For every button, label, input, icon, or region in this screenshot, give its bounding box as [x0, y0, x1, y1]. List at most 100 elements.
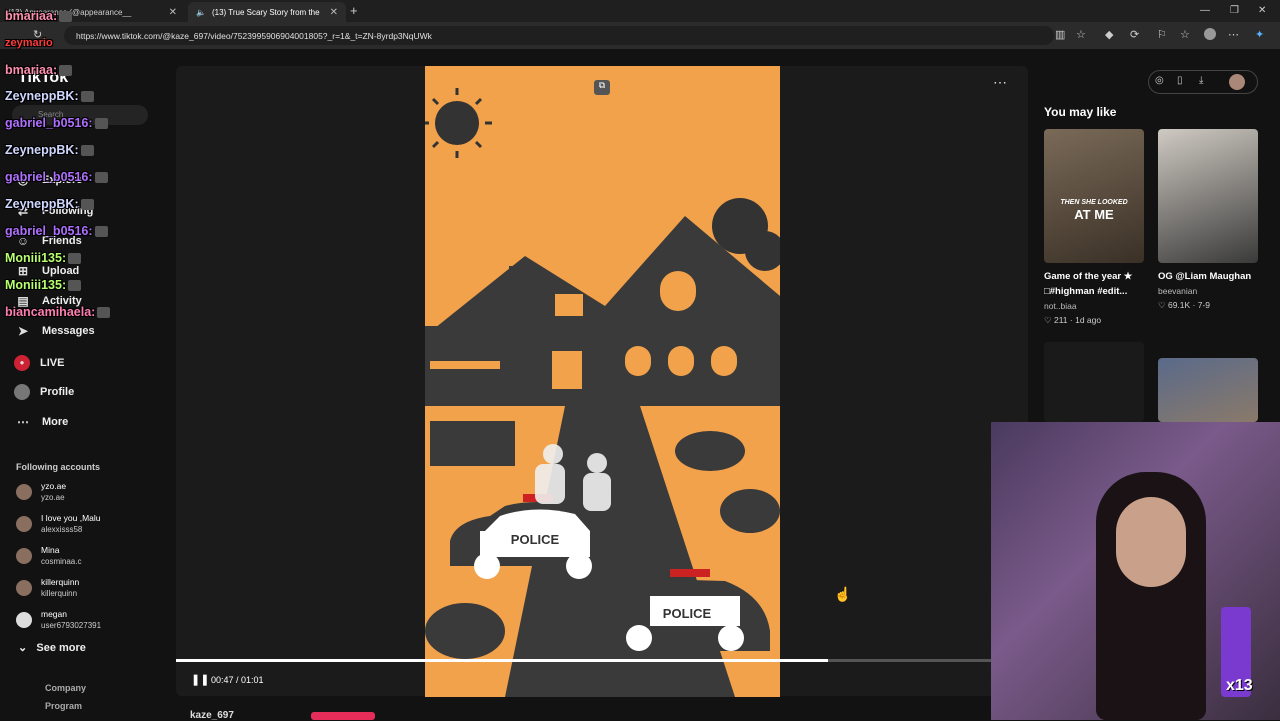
video-illustration: POLICE POLICE [425, 88, 780, 697]
browser-tab-scary-story[interactable]: 🔈 (13) True Scary Story from the ✕ [188, 2, 346, 22]
send-icon: ➤ [17, 324, 29, 338]
video-thumbnail [1044, 342, 1144, 422]
account-item[interactable]: I love you ,Malu alexxisss58 [16, 513, 101, 535]
video-frame[interactable]: POLICE POLICE [425, 66, 780, 697]
device-icon[interactable]: ▯ [1177, 75, 1183, 86]
restore-icon[interactable]: ❐ [1230, 5, 1239, 16]
chat-line: gabriel_b0516: [5, 224, 108, 238]
emote-icon [68, 280, 82, 292]
pause-icon[interactable]: ❚❚ [191, 673, 209, 686]
chat-line: zeymario [5, 37, 53, 49]
account-item[interactable]: yzo.ae yzo.ae [16, 481, 66, 503]
emote-icon [59, 11, 73, 23]
video-progress-fill [176, 659, 828, 662]
close-tab-icon[interactable]: ✕ [169, 7, 177, 18]
emote-icon [59, 65, 73, 77]
more-options-icon[interactable]: ⋯ [993, 74, 1007, 91]
streamer-face [1116, 497, 1186, 587]
chat-line: ZeyneppBK: [5, 143, 94, 157]
profile-icon [14, 384, 30, 400]
favorites-icon[interactable]: ☆ [1180, 28, 1190, 41]
police-label: POLICE [663, 606, 712, 621]
recommended-card[interactable] [1044, 342, 1144, 422]
sun-icon [435, 101, 479, 145]
chat-line: Moniii135: [5, 251, 82, 265]
emote-icon [94, 172, 108, 184]
avatar [16, 612, 32, 628]
sidebar-item-profile[interactable]: Profile [14, 384, 74, 400]
close-window-icon[interactable]: ✕ [1258, 5, 1266, 16]
video-author[interactable]: kaze_697 [190, 710, 234, 721]
speaker-icon[interactable]: 🔈 [196, 8, 206, 17]
upload-icon: ⊞ [17, 264, 29, 278]
profile-avatar-icon[interactable] [1204, 28, 1216, 40]
extension-icon[interactable]: ◆ [1105, 28, 1113, 41]
sidebar-item-live[interactable]: ● LIVE [14, 355, 64, 371]
emote-icon [94, 118, 108, 130]
streamer-webcam: x13 [991, 422, 1280, 720]
address-bar-row: ↻ https://www.tiktok.com/@kaze_697/video… [0, 22, 1280, 49]
close-tab-icon[interactable]: ✕ [330, 7, 338, 18]
emote-icon [94, 226, 108, 238]
gift-count-badge: x13 [1226, 677, 1253, 694]
tab-title: (13) True Scary Story from the [211, 7, 320, 17]
copilot-icon[interactable]: ✦ [1255, 28, 1264, 41]
live-icon: ● [14, 355, 30, 371]
browser-tab-bar: (13) Appearance (@appearance__ ✕ 🔈 (13) … [0, 0, 1280, 22]
hand-cursor-icon: ☝ [834, 586, 852, 602]
sidebar-item-upload[interactable]: ⊞ Upload [14, 264, 79, 278]
footer-link-company[interactable]: Company [45, 683, 86, 693]
sidebar-item-more[interactable]: ⋯ More [14, 415, 68, 429]
more-icon: ⋯ [17, 415, 29, 429]
video-thumbnail [1158, 358, 1258, 422]
bench-icon [430, 421, 515, 466]
download-icon[interactable]: ⤓ [1199, 75, 1203, 86]
chevron-down-icon: ⌄ [18, 642, 28, 654]
recommended-title: You may like [1044, 105, 1117, 119]
see-more-button[interactable]: ⌄ See more [18, 641, 86, 654]
shield-icon[interactable]: ⚐ [1157, 28, 1167, 41]
chat-line: ZeyneppBK: [5, 89, 94, 103]
police-label: POLICE [511, 532, 560, 547]
emote-icon [80, 199, 94, 211]
chat-line: gabriel_b0516: [5, 116, 108, 130]
avatar [16, 548, 32, 564]
recommended-card[interactable]: OG @Liam Maughan beevanian ♡ 69.1K · 7-9 [1158, 129, 1258, 312]
chat-line: bmariaa: [5, 63, 73, 77]
chat-line: gabriel_b0516: [5, 170, 108, 184]
account-item[interactable]: Mina cosminaa.c [16, 545, 81, 567]
follow-button[interactable] [311, 712, 375, 720]
chat-line: ZeyneppBK: [5, 197, 94, 211]
top-action-icons: ◎ ▯ ⤓ [1148, 70, 1258, 94]
video-thumbnail: THEN SHE LOOKED AT ME [1044, 129, 1144, 263]
emote-icon [97, 307, 111, 319]
extension-puzzle-icon[interactable]: ⟳ [1130, 28, 1139, 41]
video-time: 00:47 / 01:01 [211, 675, 264, 685]
reader-icon[interactable]: ▥ [1055, 28, 1065, 41]
account-item[interactable]: killerquinn killerquinn [16, 577, 79, 599]
following-accounts-title: Following accounts [16, 462, 101, 472]
url-field[interactable]: https://www.tiktok.com/@kaze_697/video/7… [64, 26, 1054, 45]
emote-icon [68, 253, 82, 265]
chat-line: Moniii135: [5, 278, 82, 292]
recommended-card[interactable]: THEN SHE LOOKED AT ME Game of the year ★… [1044, 129, 1144, 327]
avatar [16, 580, 32, 596]
emote-icon [80, 91, 94, 103]
browser-menu-icon[interactable]: ⋯ [1228, 28, 1239, 41]
new-tab-icon[interactable]: + [350, 3, 358, 18]
minimize-icon[interactable]: — [1200, 5, 1210, 16]
favorite-star-icon[interactable]: ☆ [1076, 28, 1086, 41]
video-progress-bar[interactable] [176, 659, 991, 662]
avatar [16, 484, 32, 500]
video-thumbnail [1158, 129, 1258, 263]
account-item[interactable]: megan user6793027391 [16, 609, 101, 631]
avatar [16, 516, 32, 532]
chat-line: bmariaa: [5, 9, 73, 23]
coin-icon[interactable]: ◎ [1155, 75, 1164, 86]
avatar[interactable] [1229, 74, 1245, 90]
footer-link-program[interactable]: Program [45, 701, 82, 711]
mini-player-icon[interactable]: ⧉ [594, 80, 610, 95]
sidebar-item-messages[interactable]: ➤ Messages [14, 324, 95, 338]
recommended-card[interactable] [1158, 358, 1258, 422]
chat-line: biancamihaela: [5, 305, 111, 319]
